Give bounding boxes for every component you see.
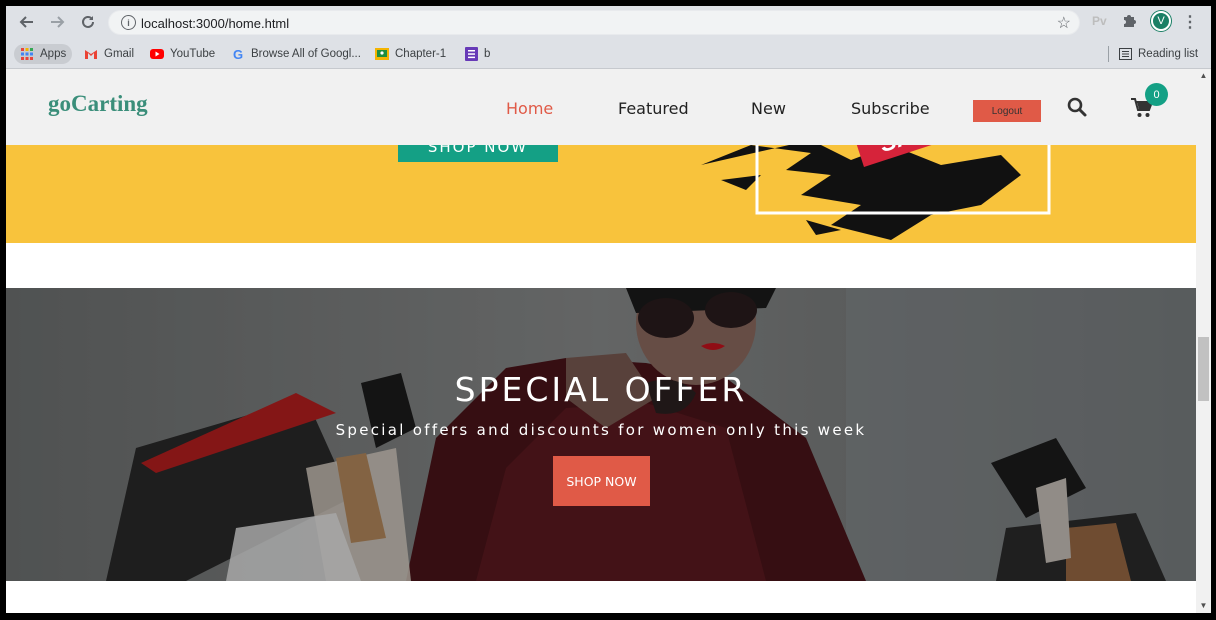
- scroll-up-arrow-icon[interactable]: ▲: [1199, 71, 1208, 80]
- nav-subscribe[interactable]: Subscribe: [851, 99, 930, 118]
- bookmark-label: Apps: [40, 48, 67, 60]
- bookmark-youtube[interactable]: YouTube: [150, 44, 215, 64]
- bookmark-chapter-1[interactable]: Chapter-1: [375, 44, 446, 64]
- bookmark-google[interactable]: G Browse All of Googl...: [231, 44, 361, 64]
- reading-list-button[interactable]: Reading list: [1118, 44, 1198, 64]
- nav-new[interactable]: New: [751, 99, 786, 118]
- nav-featured[interactable]: Featured: [618, 99, 689, 118]
- cart-count-badge: 0: [1145, 83, 1168, 106]
- hero-title: SPECIAL OFFER: [454, 370, 748, 409]
- nav-home[interactable]: Home: [506, 99, 553, 118]
- reading-list-label: Reading list: [1138, 48, 1199, 60]
- bookmark-label: Gmail: [104, 48, 135, 60]
- section-gap: [6, 243, 1196, 288]
- bookmark-b[interactable]: b: [464, 44, 490, 64]
- bookmark-label: Chapter-1: [395, 48, 447, 60]
- reload-icon[interactable]: [75, 9, 101, 35]
- reading-list-icon: [1118, 47, 1132, 61]
- profile-avatar[interactable]: V: [1151, 11, 1171, 31]
- page-scrollbar[interactable]: ▲ ▼: [1196, 69, 1211, 613]
- browser-toolbar: i localhost:3000/home.html ☆ Pv V ⋮: [6, 6, 1211, 38]
- forms-icon: [464, 47, 478, 61]
- browser-menu-icon[interactable]: ⋮: [1182, 12, 1198, 32]
- google-icon: G: [232, 46, 244, 62]
- bookmarks-bar: Apps Gmail YouTube G Browse All of Googl…: [6, 38, 1211, 69]
- search-icon[interactable]: [1066, 96, 1088, 118]
- back-arrow-icon[interactable]: [14, 9, 40, 35]
- sale-banner: SHOP NOW SALE: [6, 145, 1196, 243]
- url-text: localhost:3000/home.html: [141, 16, 290, 31]
- hero-subtitle: Special offers and discounts for women o…: [335, 421, 867, 439]
- extensions-puzzle-icon[interactable]: [1120, 11, 1142, 33]
- site-info-icon[interactable]: i: [121, 15, 136, 30]
- apps-grid-icon: [20, 47, 34, 61]
- logout-button[interactable]: Logout: [973, 100, 1041, 122]
- bookmark-gmail[interactable]: Gmail: [84, 44, 134, 64]
- hero-shop-now-button[interactable]: SHOP NOW: [553, 456, 650, 506]
- banner-shop-now-button[interactable]: SHOP NOW: [398, 145, 558, 162]
- page-bottom-area: [6, 581, 1196, 613]
- gmail-icon: [84, 47, 98, 61]
- forward-arrow-icon[interactable]: [44, 9, 70, 35]
- bookmark-apps[interactable]: Apps: [14, 44, 73, 64]
- bookmarks-separator: [1108, 46, 1109, 62]
- bookmark-label: Browse All of Googl...: [251, 48, 361, 60]
- special-offer-hero: SPECIAL OFFER Special offers and discoun…: [6, 288, 1196, 581]
- bookmark-label: b: [484, 48, 491, 60]
- site-logo[interactable]: goCarting: [48, 91, 148, 117]
- scroll-down-arrow-icon[interactable]: ▼: [1199, 601, 1208, 610]
- site-navbar: goCarting Home Featured New Subscribe Lo…: [6, 69, 1196, 145]
- address-bar[interactable]: i localhost:3000/home.html ☆: [108, 10, 1080, 35]
- youtube-icon: [150, 47, 164, 61]
- scrollbar-thumb[interactable]: [1198, 337, 1209, 401]
- sale-illustration: SALE: [701, 145, 1051, 240]
- browser-window: i localhost:3000/home.html ☆ Pv V ⋮ Apps: [6, 6, 1211, 613]
- bookmark-label: YouTube: [170, 48, 216, 60]
- extension-pv-icon[interactable]: Pv: [1092, 14, 1107, 28]
- classroom-icon: [375, 47, 389, 61]
- bookmark-star-icon[interactable]: ☆: [1057, 13, 1071, 33]
